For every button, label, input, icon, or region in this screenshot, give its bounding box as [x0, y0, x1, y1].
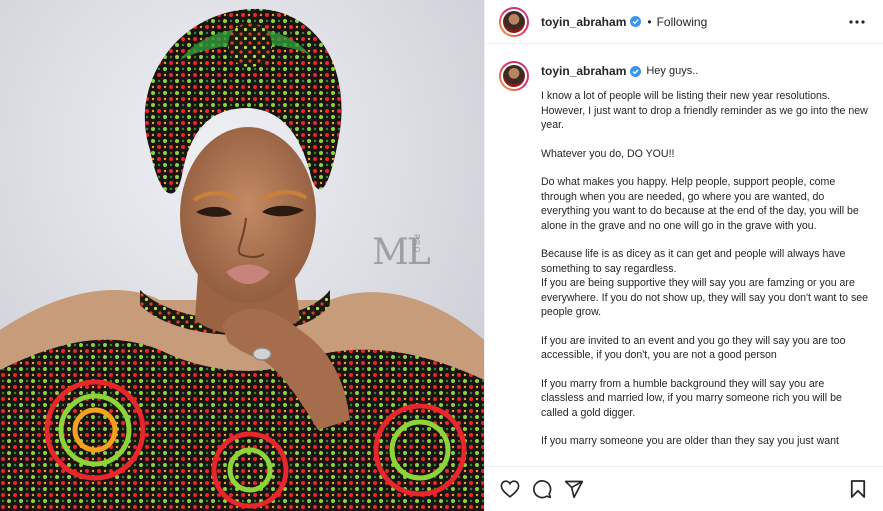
separator-dot: • [647, 14, 652, 29]
caption-paragraph: I know a lot of people will be listing t… [541, 90, 871, 131]
post-header: toyin_abraham • Following [485, 0, 883, 44]
caption-paragraph: Because life is as dicey as it can get a… [541, 248, 849, 275]
heart-icon[interactable] [499, 478, 521, 500]
caption-username[interactable]: toyin_abraham [541, 64, 626, 79]
action-bar [485, 466, 883, 511]
watermark-logo: ML PRO [372, 232, 431, 273]
bookmark-icon[interactable] [847, 478, 869, 500]
caption-body: toyin_abraham Hey guys.. I know a lot of… [541, 59, 869, 449]
post-sidebar: toyin_abraham • Following toyin_abraham [484, 0, 883, 511]
author-avatar[interactable] [499, 6, 529, 37]
post-image[interactable]: ML PRO [0, 0, 484, 511]
caption-greeting: Hey guys.. [646, 64, 699, 77]
author-username[interactable]: toyin_abraham [541, 15, 626, 29]
caption-paragraph: If you are invited to an event and you g… [541, 334, 849, 362]
caption-paragraph: If you marry from a humble background th… [541, 377, 845, 419]
more-options-icon[interactable] [845, 10, 869, 34]
following-button[interactable]: Following [657, 15, 708, 29]
caption-paragraph: If you marry someone you are older than … [541, 435, 839, 447]
caption-area[interactable]: toyin_abraham Hey guys.. I know a lot of… [485, 45, 883, 465]
caption-paragraph: Do what makes you happy. Help people, su… [541, 176, 862, 232]
caption-paragraph: If you are being supportive they will sa… [541, 277, 872, 318]
caption: toyin_abraham Hey guys.. I know a lot of… [499, 59, 869, 449]
caption-header: toyin_abraham Hey guys.. [541, 57, 869, 85]
watermark-subtext: PRO [412, 234, 421, 254]
comment-icon[interactable] [531, 478, 553, 500]
verified-badge-icon [630, 65, 642, 77]
verified-badge-icon [630, 16, 642, 27]
caption-paragraph: Whatever you do, DO YOU!! [541, 147, 675, 160]
instagram-post: ML PRO toyin_abraham • Following toyin_a… [0, 0, 883, 511]
share-icon[interactable] [563, 478, 585, 500]
caption-author-avatar[interactable] [499, 61, 529, 91]
